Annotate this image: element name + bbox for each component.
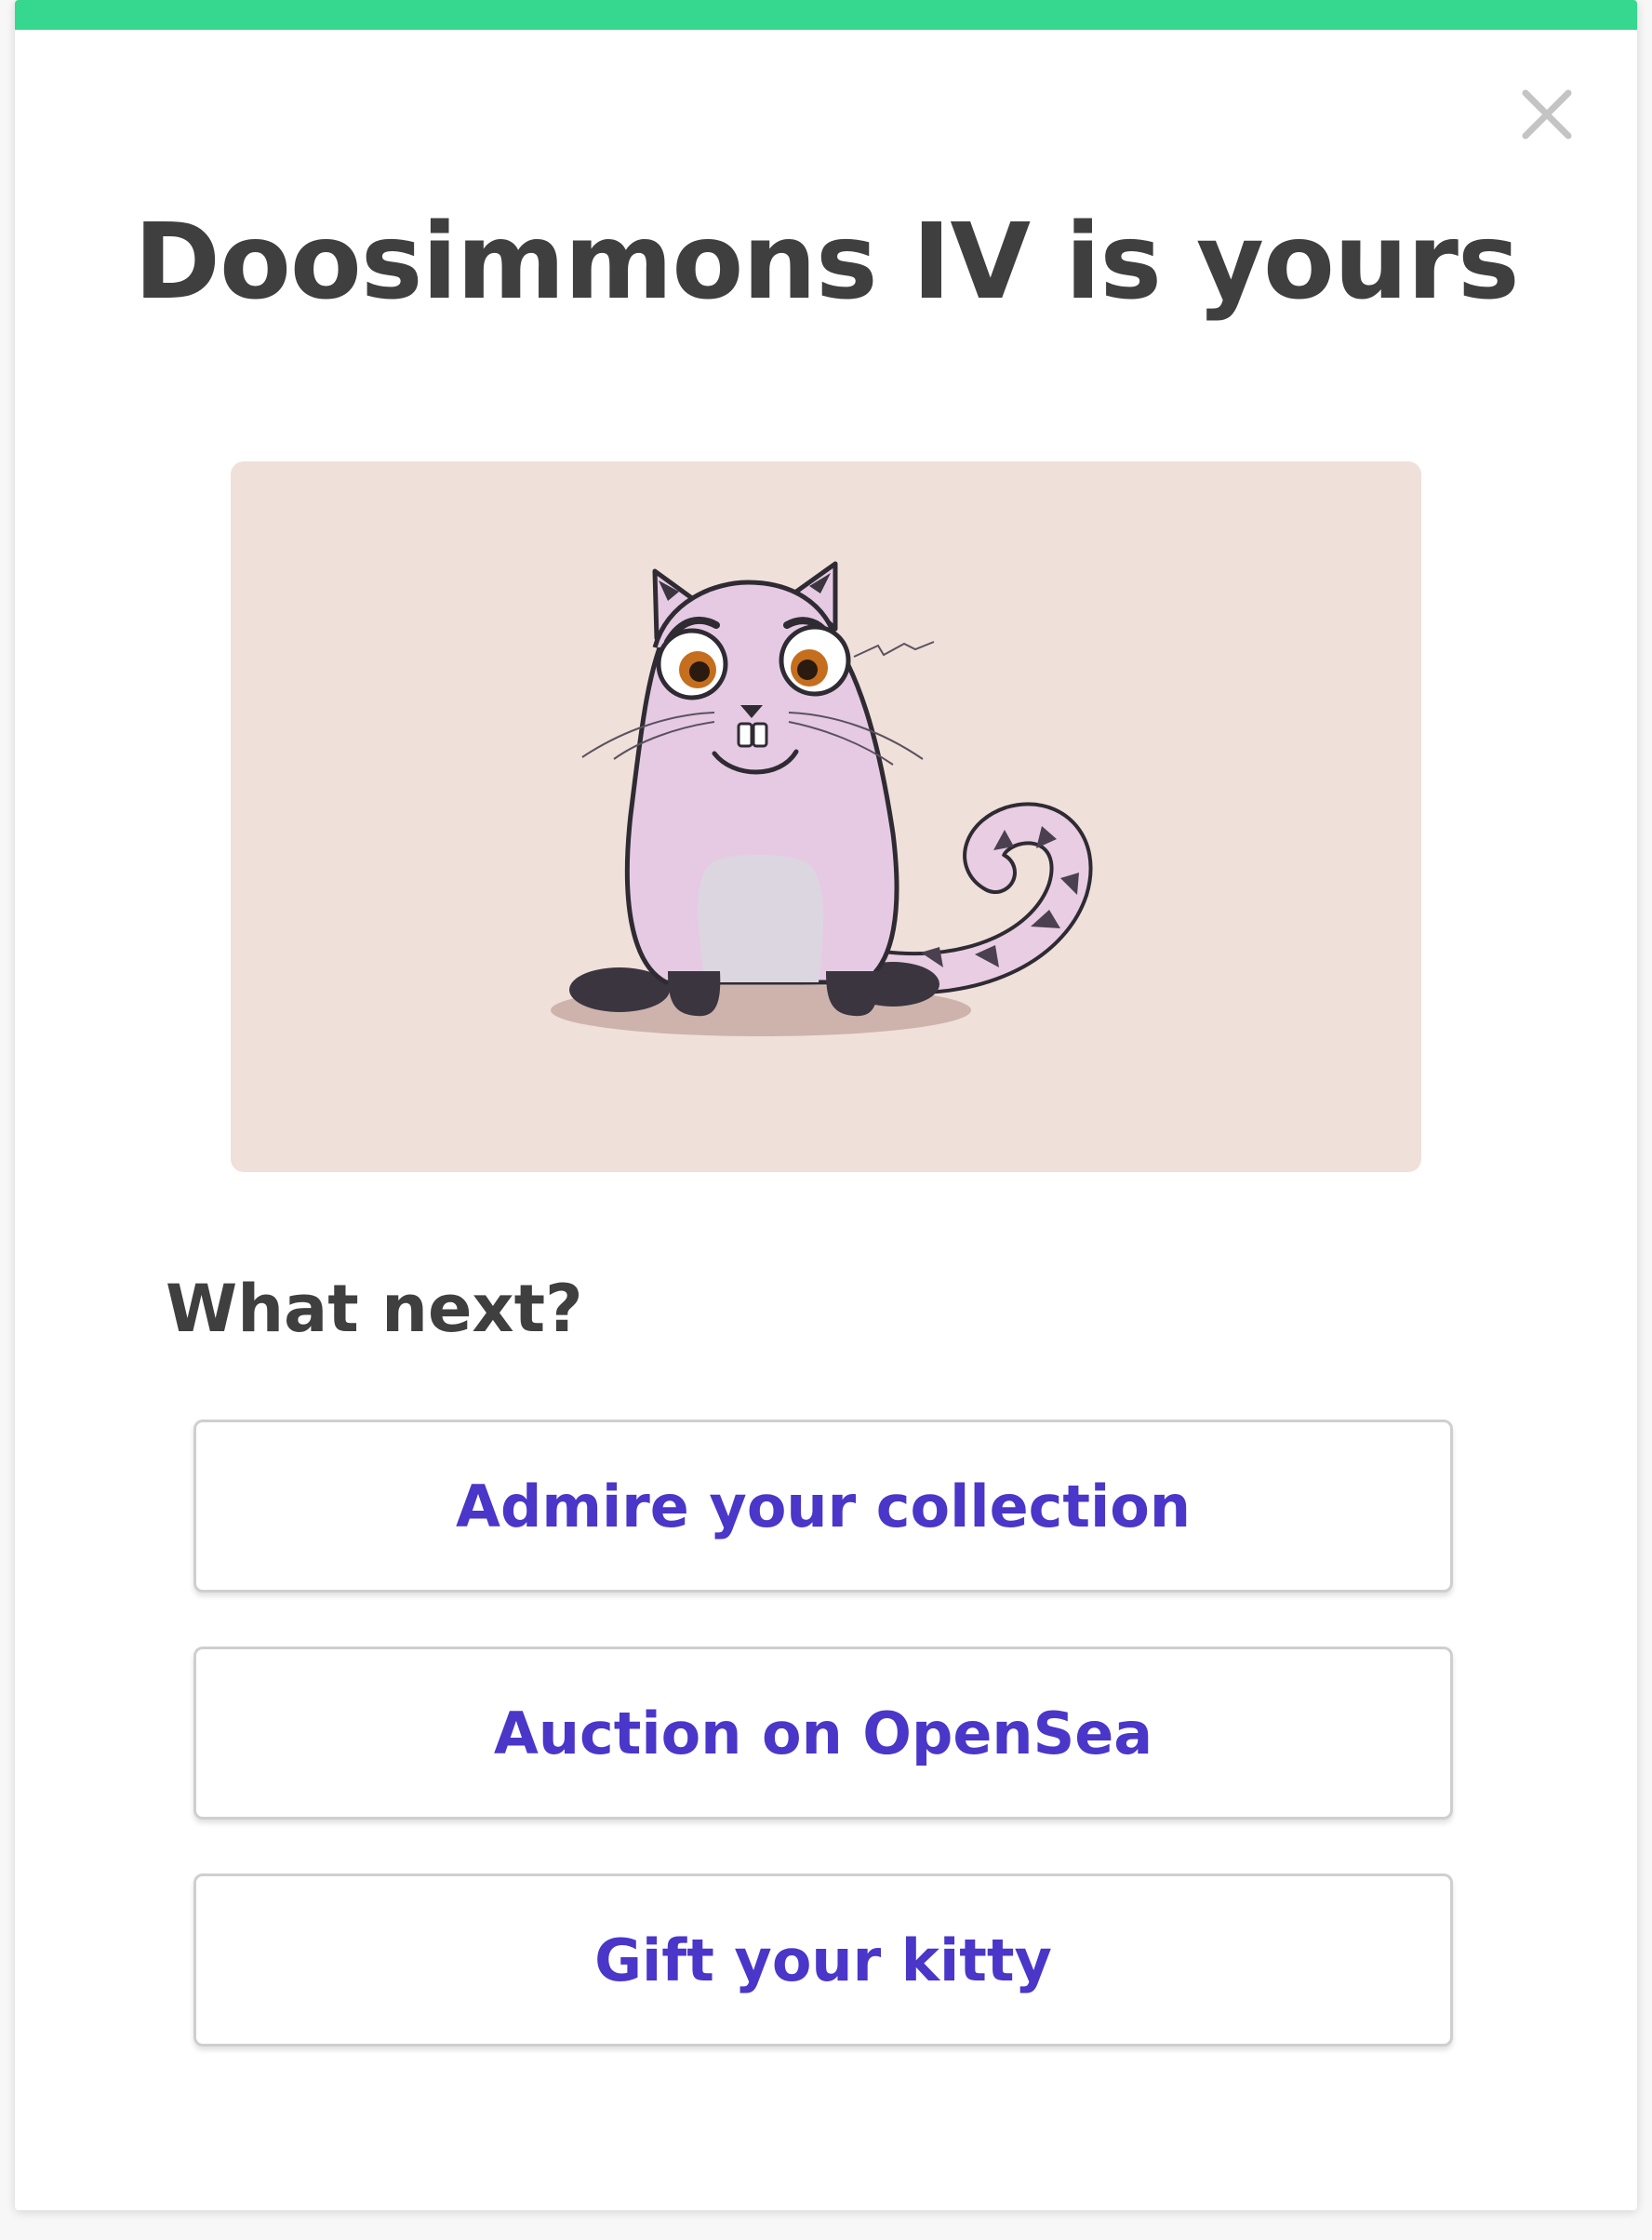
what-next-heading: What next? [166, 1271, 583, 1347]
gift-kitty-button[interactable]: Gift your kitty [193, 1873, 1453, 2047]
close-icon [1522, 89, 1572, 140]
accent-top-bar [15, 0, 1637, 30]
kitty-illustration [551, 561, 1093, 1036]
kitty-image-card [231, 461, 1421, 1172]
auction-opensea-button[interactable]: Auction on OpenSea [193, 1647, 1453, 1820]
success-modal: Doosimmons IV is yours What next? Admire… [15, 0, 1637, 2210]
admire-collection-button[interactable]: Admire your collection [193, 1420, 1453, 1593]
modal-title: Doosimmons IV is yours [134, 202, 1520, 323]
close-button[interactable] [1518, 86, 1576, 143]
